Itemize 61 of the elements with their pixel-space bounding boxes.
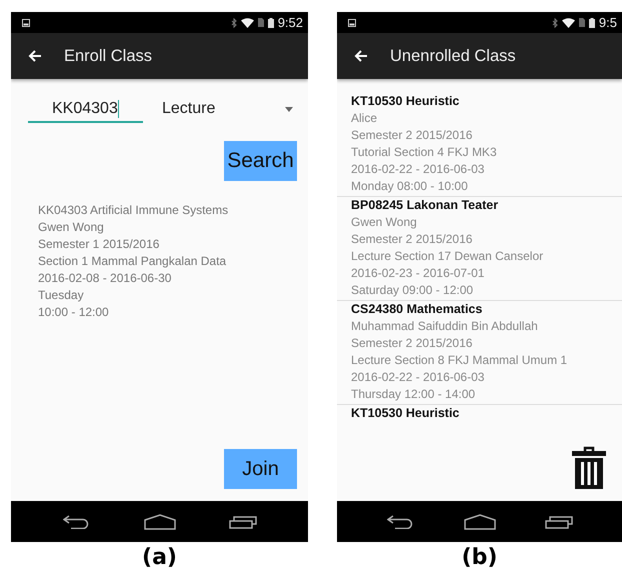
battery-icon (588, 18, 595, 28)
wifi-icon (240, 18, 254, 28)
class-detail-text: Gwen Wong (351, 214, 417, 231)
recent-apps-icon[interactable] (544, 514, 572, 528)
figure-caption: (b) (462, 545, 498, 570)
class-title: KT10530 Heuristic (351, 93, 460, 110)
class-detail-text: Saturday 09:00 - 12:00 (351, 282, 474, 299)
result-detail-text: Semester 1 2015/2016 (38, 236, 160, 253)
class-detail-text: Thursday 12:00 - 14:00 (351, 386, 476, 403)
clock-time: 9:52 (278, 15, 304, 30)
battery-icon (268, 18, 274, 28)
class-detail-text: Muhammad Saifuddin Bin Abdullah (351, 318, 538, 335)
back-icon[interactable] (386, 514, 414, 528)
result-detail-text: Tuesday (38, 287, 84, 304)
class-list-item[interactable]: KT10530 Heuristic Alice Semester 2 2015/2016 Tutorial Section 4 FKJ MK3 2016-02-22 - 2016-06-03 Monday 08:00 - 10:00 (337, 93, 622, 197)
dropdown-caret-icon (285, 106, 293, 112)
class-detail-text: Monday 08:00 - 10:00 (351, 178, 468, 195)
sim-card-icon (258, 18, 264, 27)
class-list-item[interactable]: CS24380 Mathematics Muhammad Saifuddin Bin Abdullah Semester 2 2015/2016 Lecture Section 8 FKJ Mammal Umum 1 2016-02-22 - 2016-06-03 Thursday 12:00 - 14:00 (337, 301, 622, 405)
picture-icon (348, 18, 356, 26)
class-detail-text: Semester 2 2015/2016 (351, 335, 472, 352)
search-button[interactable]: Search (224, 141, 297, 181)
class-detail-text: Tutorial Section 4 FKJ MK3 (351, 144, 497, 161)
class-detail-text: Semester 2 2015/2016 (351, 127, 472, 144)
code-input-field[interactable]: KK04303 (28, 100, 143, 123)
class-detail-text: Semester 2 2015/2016 (351, 231, 472, 248)
text-cursor (118, 100, 120, 118)
class-detail-text: Alice (351, 110, 378, 127)
class-list-item[interactable]: KT10530 Heuristic (337, 405, 622, 423)
class-detail-text: 2016-02-23 - 2016-07-01 (351, 265, 484, 282)
home-icon[interactable] (464, 514, 496, 530)
wifi-icon (562, 18, 575, 28)
result-detail-text: 10:00 - 12:00 (38, 304, 109, 321)
figure-caption: (a) (142, 545, 177, 570)
bluetooth-icon (230, 18, 237, 28)
recent-apps-icon[interactable] (228, 514, 256, 528)
home-icon[interactable] (144, 514, 176, 530)
class-detail-text: Lecture Section 17 Dewan Canselor (351, 248, 544, 265)
result-detail-text: KK04303 Artificial Immune Systems (38, 202, 228, 219)
result-detail-text: Section 1 Mammal Pangkalan Data (38, 253, 226, 270)
trash-icon[interactable] (572, 445, 606, 489)
class-detail-text: Lecture Section 8 FKJ Mammal Umum 1 (351, 352, 568, 369)
back-arrow-icon[interactable] (28, 50, 42, 62)
sim-card-icon (578, 18, 585, 27)
class-list-item[interactable]: BP08245 Lakonan Teater Gwen Wong Semester 2 2015/2016 Lecture Section 17 Dewan Canselor 2016-02-23 - 2016-07-01 Saturday 09:00 - 12:00 (337, 197, 622, 301)
class-detail-text: 2016-02-22 - 2016-06-03 (351, 161, 484, 178)
class-detail-text: 2016-02-22 - 2016-06-03 (351, 369, 484, 386)
clock-time: 9:5 (598, 15, 618, 30)
screen-title: Unenrolled Class (390, 46, 516, 66)
class-title: CS24380 Mathematics (351, 301, 482, 318)
join-button[interactable]: Join (224, 449, 297, 489)
bluetooth-icon (552, 18, 558, 28)
result-detail-text: 2016-02-08 - 2016-06-30 (38, 270, 172, 287)
type-dropdown[interactable]: Lecture (162, 100, 308, 123)
result-detail-text: Gwen Wong (38, 219, 104, 236)
back-icon[interactable] (62, 514, 90, 528)
class-title: BP08245 Lakonan Teater (351, 197, 498, 214)
screen-title: Enroll Class (64, 46, 152, 66)
picture-icon (22, 18, 30, 26)
back-arrow-icon[interactable] (354, 50, 368, 62)
class-title: KT10530 Heuristic (351, 405, 460, 422)
